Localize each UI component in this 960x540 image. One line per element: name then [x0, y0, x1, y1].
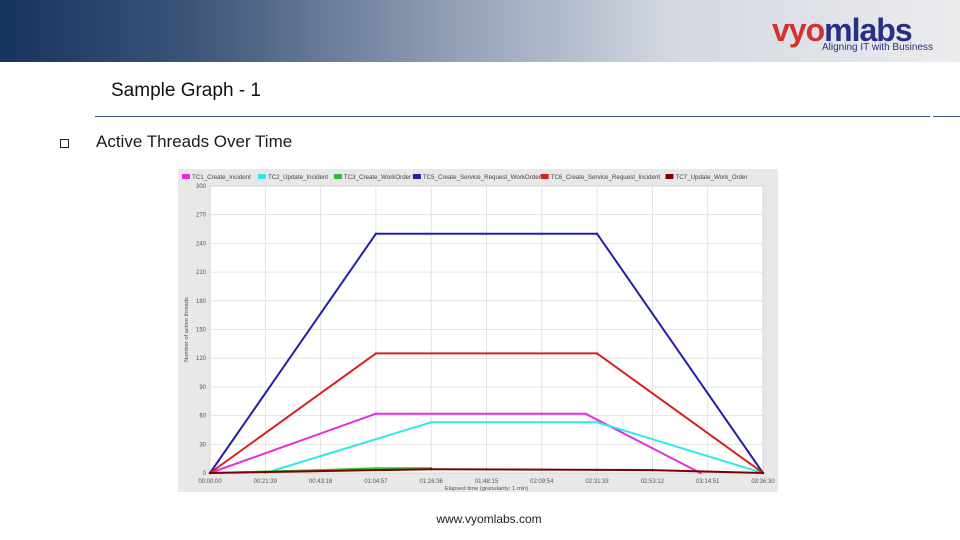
legend-label-5: TC6_Create_Service_Request_Incident [551, 174, 661, 181]
legend-swatch-4 [412, 174, 421, 179]
legend-label-1: TC1_Create_Incident [192, 174, 251, 181]
legend-label-3: TC3_Create_WorkOrder [344, 174, 411, 181]
legend-label-2: TC2_Update_Incident [268, 174, 328, 181]
y-tick-label-6: 180 [196, 299, 207, 305]
x-tick-label-1: 00:21:39 [254, 479, 278, 485]
y-tick-label-7: 210 [196, 270, 207, 276]
y-tick-label-8: 240 [196, 241, 207, 247]
slide-title: Sample Graph - 1 [111, 80, 261, 101]
y-tick-label-9: 270 [196, 213, 207, 219]
legend-swatch-6 [665, 174, 674, 179]
series-4-point-3 [595, 232, 599, 236]
y-tick-label-1: 30 [199, 442, 206, 448]
series-4-point-2 [374, 232, 378, 236]
y-axis-title: Number of active threads [184, 297, 190, 362]
legend-label-4: TC5_Create_Service_Request_WorkOrder [423, 174, 541, 181]
x-tick-label-9: 03:14:51 [696, 479, 720, 485]
vyomlabs-logo: vyomlabs Aligning IT with Business [770, 12, 940, 56]
series-6-point-1 [208, 471, 212, 475]
x-tick-label-3: 01:04:57 [364, 479, 388, 485]
x-tick-label-7: 02:31:33 [585, 479, 609, 485]
x-tick-label-2: 00:43:18 [309, 479, 333, 485]
y-tick-label-10: 300 [196, 184, 207, 190]
logo-text-vy: vy [772, 12, 807, 48]
x-tick-label-10: 03:36:30 [751, 479, 775, 485]
x-tick-label-8: 02:53:12 [641, 479, 665, 485]
x-tick-label-5: 01:48:15 [475, 479, 499, 485]
x-tick-label-0: 00:00:00 [198, 479, 222, 485]
x-axis-title: Elapsed time (granularity: 1 min) [445, 486, 529, 492]
series-1-point-4 [584, 412, 587, 415]
series-6-point-3 [651, 468, 654, 472]
active-threads-chart: TC1_Create_Incident TC2_Update_Incident TC… [178, 169, 778, 492]
legend-swatch-2 [257, 174, 266, 179]
legend-swatch-3 [333, 174, 342, 179]
legend-swatch-5 [540, 174, 549, 179]
divider-gap [930, 116, 933, 118]
series-2-point-2 [430, 421, 433, 424]
series-5-point-2 [374, 352, 378, 355]
y-tick-label-4: 120 [196, 356, 207, 362]
footer-url: www.vyomlabs.com [436, 512, 542, 526]
logo-tagline: Aligning IT with Business [822, 42, 933, 53]
y-tick-label-3: 90 [199, 385, 206, 391]
series-3-point-3 [374, 467, 378, 470]
x-tick-label-4: 01:26:36 [420, 479, 444, 485]
series-6-point-2 [430, 467, 433, 471]
bullet-square-icon [60, 139, 69, 148]
y-tick-label-5: 150 [196, 328, 207, 334]
title-divider [95, 116, 960, 117]
series-5-point-3 [595, 352, 599, 355]
series-1-point-2 [374, 412, 378, 415]
bullet-text: Active Threads Over Time [96, 132, 293, 151]
series-6-point-4 [761, 471, 765, 475]
legend-label-6: TC7_Update_Work_Order [675, 174, 747, 181]
chart-svg: TC1_Create_Incident TC2_Update_Incident TC… [178, 169, 778, 492]
legend-swatch-1 [182, 174, 190, 179]
series-1-point-3 [540, 412, 543, 415]
x-tick-label-6: 02:09:54 [530, 479, 554, 485]
y-tick-label-2: 60 [199, 414, 206, 420]
series-2-point-3 [595, 421, 599, 424]
